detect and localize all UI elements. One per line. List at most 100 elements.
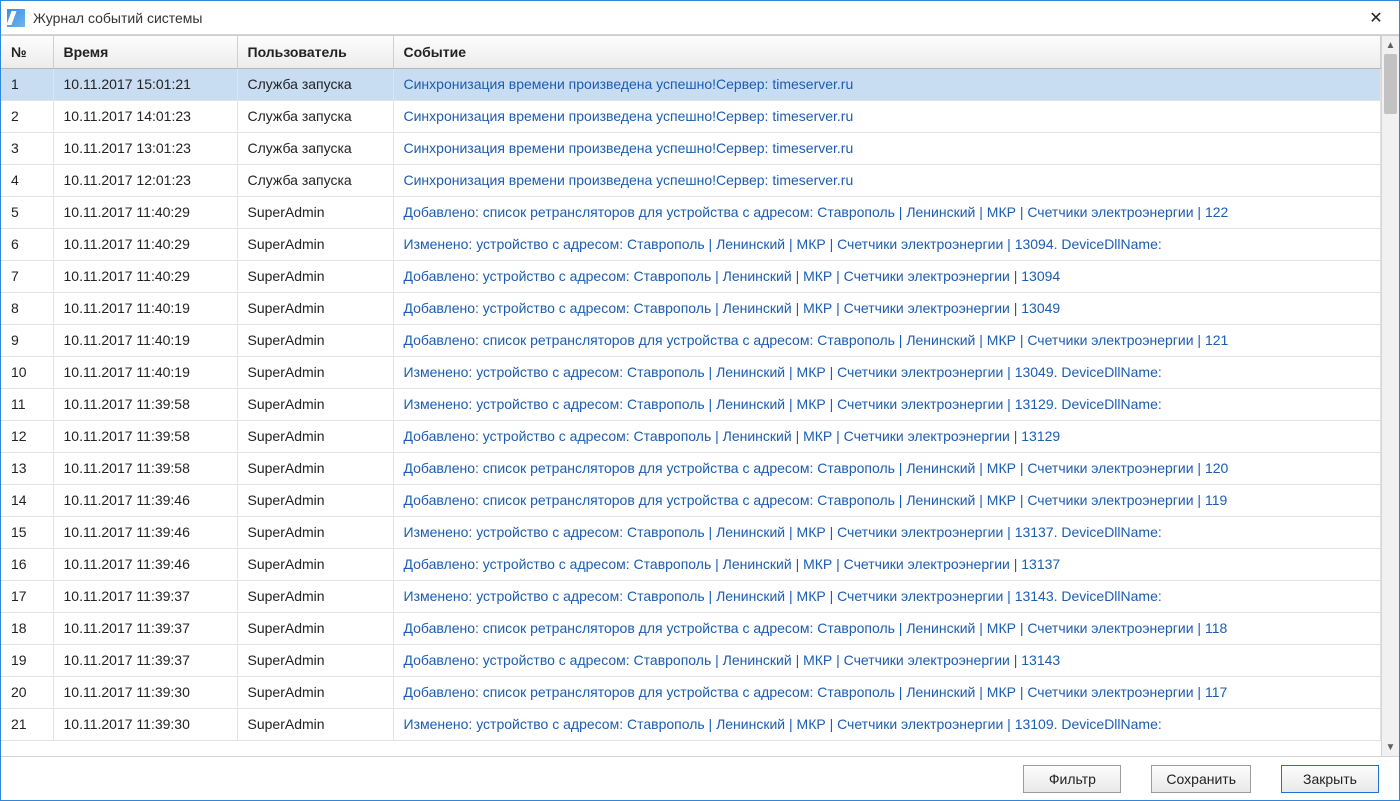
cell-event: Добавлено: устройство с адресом: Ставроп… (393, 644, 1381, 676)
table-row[interactable]: 210.11.2017 14:01:23Служба запускаСинхро… (1, 100, 1381, 132)
cell-user: SuperAdmin (237, 516, 393, 548)
cell-num: 21 (1, 708, 53, 740)
table-row[interactable]: 710.11.2017 11:40:29SuperAdminДобавлено:… (1, 260, 1381, 292)
cell-time: 10.11.2017 11:39:30 (53, 708, 237, 740)
window-close-button[interactable]: ✕ (1353, 1, 1399, 35)
app-icon (7, 9, 25, 27)
table-row[interactable]: 510.11.2017 11:40:29SuperAdminДобавлено:… (1, 196, 1381, 228)
cell-user: SuperAdmin (237, 388, 393, 420)
titlebar: Журнал событий системы ✕ (1, 1, 1399, 35)
table-row[interactable]: 1910.11.2017 11:39:37SuperAdminДобавлено… (1, 644, 1381, 676)
col-header-time[interactable]: Время (53, 36, 237, 68)
cell-user: SuperAdmin (237, 452, 393, 484)
cell-num: 11 (1, 388, 53, 420)
col-header-event[interactable]: Событие (393, 36, 1381, 68)
cell-event: Добавлено: список ретрансляторов для уст… (393, 484, 1381, 516)
scroll-up-arrow-icon[interactable]: ▲ (1382, 36, 1399, 54)
cell-user: SuperAdmin (237, 292, 393, 324)
scroll-thumb[interactable] (1384, 54, 1397, 114)
cell-user: SuperAdmin (237, 612, 393, 644)
table-row[interactable]: 2010.11.2017 11:39:30SuperAdminДобавлено… (1, 676, 1381, 708)
cell-time: 10.11.2017 11:39:30 (53, 676, 237, 708)
cell-event: Добавлено: список ретрансляторов для уст… (393, 324, 1381, 356)
cell-user: Служба запуска (237, 100, 393, 132)
table-row[interactable]: 1310.11.2017 11:39:58SuperAdminДобавлено… (1, 452, 1381, 484)
cell-time: 10.11.2017 11:40:19 (53, 324, 237, 356)
cell-time: 10.11.2017 11:39:58 (53, 420, 237, 452)
cell-num: 20 (1, 676, 53, 708)
vertical-scrollbar[interactable]: ▲ ▼ (1381, 36, 1399, 756)
cell-num: 5 (1, 196, 53, 228)
cell-num: 6 (1, 228, 53, 260)
table-row[interactable]: 1810.11.2017 11:39:37SuperAdminДобавлено… (1, 612, 1381, 644)
cell-event: Добавлено: устройство с адресом: Ставроп… (393, 420, 1381, 452)
grid-container: № Время Пользователь Событие 110.11.2017… (1, 35, 1399, 756)
table-row[interactable]: 1010.11.2017 11:40:19SuperAdminИзменено:… (1, 356, 1381, 388)
table-row[interactable]: 1510.11.2017 11:39:46SuperAdminИзменено:… (1, 516, 1381, 548)
col-header-num[interactable]: № (1, 36, 53, 68)
scroll-track[interactable] (1382, 54, 1399, 738)
header-row: № Время Пользователь Событие (1, 36, 1381, 68)
cell-num: 10 (1, 356, 53, 388)
table-row[interactable]: 610.11.2017 11:40:29SuperAdminИзменено: … (1, 228, 1381, 260)
cell-num: 1 (1, 68, 53, 100)
cell-time: 10.11.2017 11:40:29 (53, 260, 237, 292)
cell-event: Синхронизация времени произведена успешн… (393, 164, 1381, 196)
cell-time: 10.11.2017 11:39:37 (53, 612, 237, 644)
cell-event: Изменено: устройство с адресом: Ставропо… (393, 388, 1381, 420)
cell-num: 3 (1, 132, 53, 164)
cell-event: Добавлено: список ретрансляторов для уст… (393, 452, 1381, 484)
table-row[interactable]: 310.11.2017 13:01:23Служба запускаСинхро… (1, 132, 1381, 164)
save-button[interactable]: Сохранить (1151, 765, 1251, 793)
close-button[interactable]: Закрыть (1281, 765, 1379, 793)
cell-user: SuperAdmin (237, 580, 393, 612)
col-header-user[interactable]: Пользователь (237, 36, 393, 68)
cell-event: Изменено: устройство с адресом: Ставропо… (393, 516, 1381, 548)
cell-user: SuperAdmin (237, 196, 393, 228)
filter-button[interactable]: Фильтр (1023, 765, 1121, 793)
cell-event: Добавлено: список ретрансляторов для уст… (393, 676, 1381, 708)
cell-time: 10.11.2017 11:39:37 (53, 644, 237, 676)
cell-time: 10.11.2017 11:39:37 (53, 580, 237, 612)
cell-time: 10.11.2017 14:01:23 (53, 100, 237, 132)
cell-event: Добавлено: список ретрансляторов для уст… (393, 196, 1381, 228)
cell-num: 17 (1, 580, 53, 612)
table-row[interactable]: 910.11.2017 11:40:19SuperAdminДобавлено:… (1, 324, 1381, 356)
cell-time: 10.11.2017 11:40:19 (53, 292, 237, 324)
system-log-window: Журнал событий системы ✕ № Время Пользов… (0, 0, 1400, 801)
cell-num: 19 (1, 644, 53, 676)
cell-user: SuperAdmin (237, 548, 393, 580)
cell-user: SuperAdmin (237, 676, 393, 708)
cell-num: 9 (1, 324, 53, 356)
cell-time: 10.11.2017 11:39:58 (53, 388, 237, 420)
cell-event: Изменено: устройство с адресом: Ставропо… (393, 580, 1381, 612)
cell-user: SuperAdmin (237, 644, 393, 676)
cell-event: Синхронизация времени произведена успешн… (393, 100, 1381, 132)
table-row[interactable]: 1610.11.2017 11:39:46SuperAdminДобавлено… (1, 548, 1381, 580)
cell-time: 10.11.2017 11:39:46 (53, 548, 237, 580)
table-row[interactable]: 1710.11.2017 11:39:37SuperAdminИзменено:… (1, 580, 1381, 612)
table-row[interactable]: 1410.11.2017 11:39:46SuperAdminДобавлено… (1, 484, 1381, 516)
window-title: Журнал событий системы (33, 10, 203, 26)
table-row[interactable]: 110.11.2017 15:01:21Служба запускаСинхро… (1, 68, 1381, 100)
table-row[interactable]: 810.11.2017 11:40:19SuperAdminДобавлено:… (1, 292, 1381, 324)
table-row[interactable]: 410.11.2017 12:01:23Служба запускаСинхро… (1, 164, 1381, 196)
cell-time: 10.11.2017 12:01:23 (53, 164, 237, 196)
cell-event: Добавлено: устройство с адресом: Ставроп… (393, 548, 1381, 580)
cell-user: Служба запуска (237, 68, 393, 100)
cell-num: 18 (1, 612, 53, 644)
cell-num: 14 (1, 484, 53, 516)
cell-event: Синхронизация времени произведена успешн… (393, 132, 1381, 164)
cell-num: 15 (1, 516, 53, 548)
cell-num: 12 (1, 420, 53, 452)
table-row[interactable]: 1110.11.2017 11:39:58SuperAdminИзменено:… (1, 388, 1381, 420)
table-row[interactable]: 1210.11.2017 11:39:58SuperAdminДобавлено… (1, 420, 1381, 452)
cell-time: 10.11.2017 11:40:19 (53, 356, 237, 388)
cell-event: Синхронизация времени произведена успешн… (393, 68, 1381, 100)
cell-num: 4 (1, 164, 53, 196)
cell-time: 10.11.2017 15:01:21 (53, 68, 237, 100)
cell-event: Изменено: устройство с адресом: Ставропо… (393, 708, 1381, 740)
cell-num: 2 (1, 100, 53, 132)
table-row[interactable]: 2110.11.2017 11:39:30SuperAdminИзменено:… (1, 708, 1381, 740)
scroll-down-arrow-icon[interactable]: ▼ (1382, 738, 1399, 756)
